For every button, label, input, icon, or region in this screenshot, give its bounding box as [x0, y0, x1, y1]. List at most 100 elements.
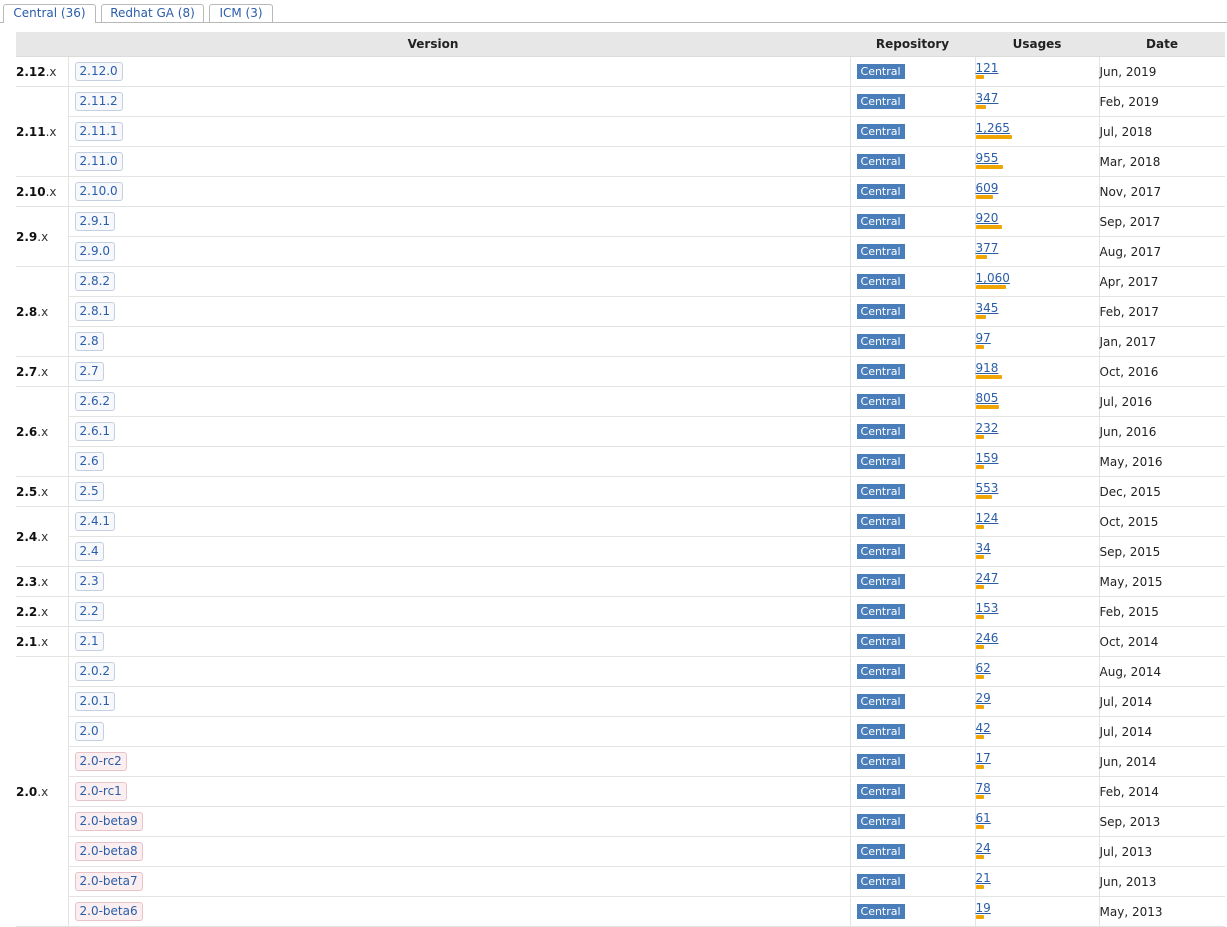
- usages-link[interactable]: 377: [976, 241, 1099, 255]
- version-link[interactable]: 2.5: [74, 482, 104, 501]
- tab-icm[interactable]: ICM (3): [209, 4, 273, 22]
- usages-cell: 345: [974, 296, 1100, 327]
- tab-redhat-ga[interactable]: Redhat GA (8): [101, 4, 204, 22]
- repository-badge[interactable]: Central: [856, 634, 905, 649]
- version-link[interactable]: 2.0-beta8: [74, 842, 143, 861]
- usages-link[interactable]: 124: [976, 511, 1099, 525]
- version-cell: 2.0-beta9: [67, 806, 851, 837]
- usages-link[interactable]: 17: [976, 751, 1099, 765]
- version-link[interactable]: 2.3: [74, 572, 104, 591]
- repository-badge[interactable]: Central: [856, 904, 905, 919]
- repository-badge[interactable]: Central: [856, 874, 905, 889]
- version-link[interactable]: 2.0-rc2: [74, 752, 127, 771]
- repository-badge[interactable]: Central: [856, 514, 905, 529]
- usages-link[interactable]: 24: [976, 841, 1099, 855]
- repository-badge[interactable]: Central: [856, 454, 905, 469]
- repository-badge[interactable]: Central: [856, 394, 905, 409]
- repository-badge[interactable]: Central: [856, 664, 905, 679]
- repository-badge[interactable]: Central: [856, 724, 905, 739]
- repository-badge[interactable]: Central: [856, 334, 905, 349]
- usages-link[interactable]: 42: [976, 721, 1099, 735]
- version-link[interactable]: 2.12.0: [74, 62, 123, 81]
- repository-badge[interactable]: Central: [856, 304, 905, 319]
- version-link[interactable]: 2.6: [74, 452, 104, 471]
- version-link[interactable]: 2.0.2: [74, 662, 116, 681]
- usages-link[interactable]: 61: [976, 811, 1099, 825]
- repository-badge[interactable]: Central: [856, 154, 905, 169]
- version-link[interactable]: 2.1: [74, 632, 104, 651]
- table-row: 2.8 Central 97 Jan, 2017: [16, 326, 1226, 357]
- usages-link[interactable]: 19: [976, 901, 1099, 915]
- repository-badge[interactable]: Central: [856, 244, 905, 259]
- version-link[interactable]: 2.0-beta6: [74, 902, 143, 921]
- version-link[interactable]: 2.8: [74, 332, 104, 351]
- version-link[interactable]: 2.8.2: [74, 272, 116, 291]
- usages-link[interactable]: 345: [976, 301, 1099, 315]
- repository-badge[interactable]: Central: [856, 484, 905, 499]
- usage-bar: [975, 585, 984, 589]
- usages-link[interactable]: 247: [976, 571, 1099, 585]
- version-link[interactable]: 2.0: [74, 722, 104, 741]
- usages-link[interactable]: 97: [976, 331, 1099, 345]
- repository-badge[interactable]: Central: [856, 814, 905, 829]
- repository-badge[interactable]: Central: [856, 364, 905, 379]
- version-link[interactable]: 2.7: [74, 362, 104, 381]
- usages-link[interactable]: 34: [976, 541, 1099, 555]
- repository-badge[interactable]: Central: [856, 844, 905, 859]
- version-link[interactable]: 2.0-rc1: [74, 782, 127, 801]
- usages-link[interactable]: 121: [976, 61, 1099, 75]
- usage-bar: [975, 645, 984, 649]
- version-link[interactable]: 2.10.0: [74, 182, 123, 201]
- version-link[interactable]: 2.0.1: [74, 692, 116, 711]
- usages-link[interactable]: 955: [976, 151, 1099, 165]
- usages-link[interactable]: 29: [976, 691, 1099, 705]
- repository-badge[interactable]: Central: [856, 544, 905, 559]
- version-link[interactable]: 2.4.1: [74, 512, 116, 531]
- repository-badge[interactable]: Central: [856, 754, 905, 769]
- usages-link[interactable]: 153: [976, 601, 1099, 615]
- repository-badge[interactable]: Central: [856, 274, 905, 289]
- usages-link[interactable]: 159: [976, 451, 1099, 465]
- usages-link[interactable]: 246: [976, 631, 1099, 645]
- version-link[interactable]: 2.11.2: [74, 92, 123, 111]
- major-version-cell: 2.11.x: [16, 86, 68, 177]
- version-link[interactable]: 2.0-beta9: [74, 812, 143, 831]
- usages-link[interactable]: 918: [976, 361, 1099, 375]
- usages-link[interactable]: 609: [976, 181, 1099, 195]
- usages-link[interactable]: 920: [976, 211, 1099, 225]
- usages-link[interactable]: 1,265: [976, 121, 1099, 135]
- usages-link[interactable]: 805: [976, 391, 1099, 405]
- usages-link[interactable]: 21: [976, 871, 1099, 885]
- version-link[interactable]: 2.11.1: [74, 122, 123, 141]
- repository-badge[interactable]: Central: [856, 604, 905, 619]
- repository-badge[interactable]: Central: [856, 184, 905, 199]
- version-link[interactable]: 2.11.0: [74, 152, 123, 171]
- repository-badge[interactable]: Central: [856, 784, 905, 799]
- version-link[interactable]: 2.0-beta7: [74, 872, 143, 891]
- repository-badge[interactable]: Central: [856, 64, 905, 79]
- version-link[interactable]: 2.2: [74, 602, 104, 621]
- version-link[interactable]: 2.9.1: [74, 212, 116, 231]
- repository-badge[interactable]: Central: [856, 694, 905, 709]
- usages-link[interactable]: 553: [976, 481, 1099, 495]
- usages-cell: 24: [974, 836, 1100, 867]
- usages-link[interactable]: 347: [976, 91, 1099, 105]
- repository-badge[interactable]: Central: [856, 574, 905, 589]
- version-cell: 2.0.1: [67, 686, 851, 717]
- repository-badge[interactable]: Central: [856, 94, 905, 109]
- usages-link[interactable]: 78: [976, 781, 1099, 795]
- version-link[interactable]: 2.4: [74, 542, 104, 561]
- tab-central[interactable]: Central (36): [3, 4, 96, 23]
- version-link[interactable]: 2.8.1: [74, 302, 116, 321]
- tabs-divider: [0, 22, 1227, 23]
- usages-link[interactable]: 1,060: [976, 271, 1099, 285]
- version-link[interactable]: 2.9.0: [74, 242, 116, 261]
- repository-badge[interactable]: Central: [856, 214, 905, 229]
- repository-cell: Central: [849, 236, 976, 267]
- repository-badge[interactable]: Central: [856, 124, 905, 139]
- usages-link[interactable]: 232: [976, 421, 1099, 435]
- repository-badge[interactable]: Central: [856, 424, 905, 439]
- version-link[interactable]: 2.6.1: [74, 422, 116, 441]
- version-link[interactable]: 2.6.2: [74, 392, 116, 411]
- usages-link[interactable]: 62: [976, 661, 1099, 675]
